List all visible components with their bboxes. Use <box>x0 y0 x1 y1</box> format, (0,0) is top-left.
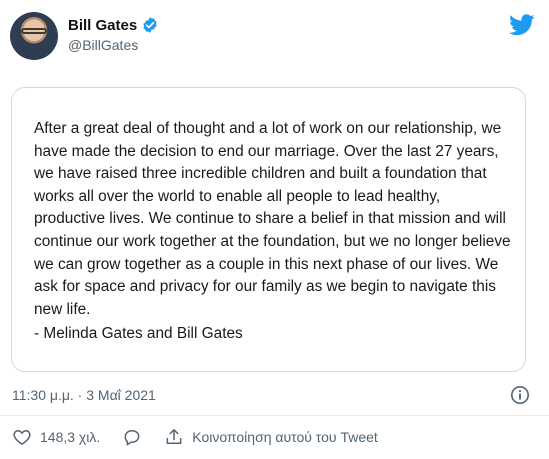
divider <box>0 415 549 416</box>
statement-signature: - Melinda Gates and Bill Gates <box>34 325 243 342</box>
name-row: Bill Gates <box>68 16 159 34</box>
tweet-meta: 11:30 μ.μ. · 3 Μαΐ 2021 <box>12 385 530 405</box>
twitter-bird-icon[interactable] <box>509 14 535 36</box>
share-icon <box>166 429 182 444</box>
tweet-actions: 148,3 χιλ. Κοινοποίηση αυτού του Tweet <box>12 425 532 449</box>
reply-button[interactable] <box>122 427 142 447</box>
avatar[interactable] <box>10 12 58 60</box>
like-button[interactable]: 148,3 χιλ. <box>12 427 100 447</box>
author-display-name[interactable]: Bill Gates <box>68 17 137 34</box>
avatar-glasses <box>21 28 47 34</box>
tweet-timestamp[interactable]: 11:30 μ.μ. · 3 Μαΐ 2021 <box>12 387 156 403</box>
statement-image-card[interactable]: After a great deal of thought and a lot … <box>11 87 526 372</box>
tweet-header: Bill Gates @BillGates <box>10 12 539 62</box>
share-label: Κοινοποίηση αυτού του Tweet <box>192 429 378 445</box>
info-icon[interactable] <box>510 385 530 405</box>
verified-badge-icon <box>143 17 157 33</box>
like-count: 148,3 χιλ. <box>40 429 101 445</box>
author-block: Bill Gates @BillGates <box>68 16 159 53</box>
author-handle[interactable]: @BillGates <box>68 37 159 53</box>
share-button[interactable]: Κοινοποίηση αυτού του Tweet <box>164 427 378 447</box>
reply-bubble-icon <box>124 430 140 446</box>
statement-text: After a great deal of thought and a lot … <box>34 120 511 318</box>
heart-icon <box>13 430 31 445</box>
